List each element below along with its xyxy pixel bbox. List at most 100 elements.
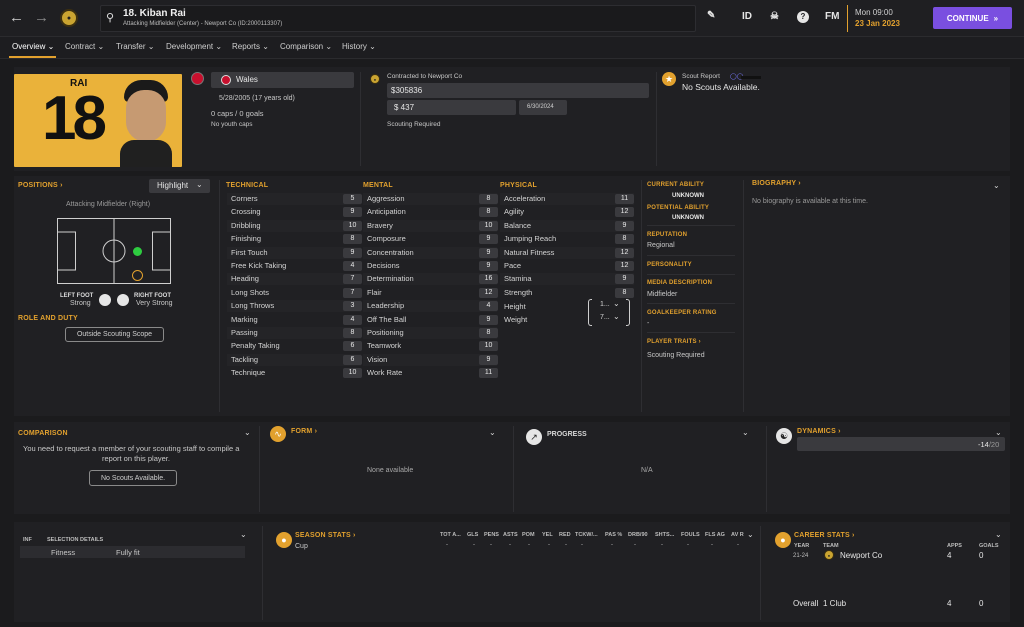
attribute-value: 9 bbox=[615, 220, 634, 231]
continue-button[interactable]: CONTINUE » bbox=[933, 7, 1012, 29]
season-stat-column-header[interactable]: AV R bbox=[731, 532, 744, 538]
biography-title-text: BIOGRAPHY bbox=[752, 180, 797, 187]
season-stat-column-header[interactable]: PAS % bbox=[605, 532, 622, 538]
height-weight-bracket-right bbox=[626, 299, 630, 326]
player-search-box[interactable] bbox=[100, 5, 696, 32]
newport-crest-icon: ● bbox=[824, 550, 834, 560]
season-stat-value: - bbox=[509, 542, 511, 548]
season-stat-column-header[interactable]: PENS bbox=[484, 532, 499, 538]
positions-title[interactable]: POSITIONS › bbox=[18, 182, 63, 189]
chevron-right-icon: › bbox=[352, 532, 356, 539]
biography-chevron-down-icon[interactable]: ⌄ bbox=[993, 181, 1000, 190]
season-stats-icon: ● bbox=[276, 532, 292, 548]
career-stats-title[interactable]: CAREER STATS › bbox=[794, 532, 855, 539]
career-stats-icon: ● bbox=[775, 532, 791, 548]
selection-chevron-down-icon[interactable]: ⌄ bbox=[240, 530, 247, 539]
progress-value: N/A bbox=[641, 467, 653, 474]
mental-title: MENTAL bbox=[363, 182, 393, 189]
chevron-right-icon: › bbox=[698, 339, 701, 345]
club-crest-icon[interactable]: ● bbox=[60, 9, 78, 27]
forward-arrow-icon[interactable]: → bbox=[34, 9, 49, 26]
back-arrow-icon[interactable]: ← bbox=[9, 9, 24, 26]
id-button[interactable]: ID bbox=[742, 11, 752, 22]
wales-flag-icon bbox=[191, 72, 204, 85]
attribute-name: Anticipation bbox=[367, 207, 406, 217]
weight-value[interactable]: 7... bbox=[600, 314, 610, 321]
divider bbox=[219, 180, 220, 412]
chevron-down-icon: ⌄ bbox=[97, 42, 105, 51]
attribute-row bbox=[363, 286, 497, 299]
tab-development[interactable]: Development ⌄ bbox=[166, 42, 222, 51]
form-title[interactable]: FORM › bbox=[291, 428, 317, 435]
tab-contract[interactable]: Contract ⌄ bbox=[65, 42, 104, 51]
tab-overview[interactable]: Overview ⌄ bbox=[12, 42, 54, 51]
chevron-down-icon: ⌄ bbox=[325, 42, 333, 51]
season-stats-title[interactable]: SEASON STATS › bbox=[295, 532, 356, 539]
attribute-value: 9 bbox=[479, 314, 498, 325]
attribute-value: 8 bbox=[479, 207, 498, 218]
contract-value-pill[interactable] bbox=[387, 83, 649, 98]
player-traits-title[interactable]: PLAYER TRAITS › bbox=[647, 339, 701, 345]
season-stat-column-header[interactable]: POM bbox=[522, 532, 535, 538]
wales-flag-small-icon bbox=[221, 75, 231, 85]
media-description-label: MEDIA DESCRIPTION bbox=[647, 280, 713, 286]
form-icon: ∿ bbox=[270, 426, 286, 442]
active-tab-indicator bbox=[9, 56, 56, 58]
season-stat-column-header[interactable]: GLS bbox=[467, 532, 478, 538]
nationality-pill[interactable] bbox=[211, 72, 354, 88]
tab-comparison[interactable]: Comparison ⌄ bbox=[280, 42, 332, 51]
tab-label: Reports bbox=[232, 42, 261, 51]
scouting-scope-button[interactable]: Outside Scouting Scope bbox=[65, 327, 164, 342]
attribute-value: 12 bbox=[615, 207, 634, 218]
tab-transfer[interactable]: Transfer ⌄ bbox=[116, 42, 154, 51]
tab-label: Contract bbox=[65, 42, 96, 51]
form-value: None available bbox=[367, 467, 414, 474]
season-stat-column-header[interactable]: TOT A... bbox=[440, 532, 461, 538]
season-stat-column-header[interactable]: TCKW/... bbox=[575, 532, 598, 538]
season-stat-column-header[interactable]: RED bbox=[559, 532, 571, 538]
dynamics-chevron-down-icon[interactable]: ⌄ bbox=[995, 428, 1002, 437]
divider bbox=[743, 180, 744, 412]
tab-label: Overview bbox=[12, 42, 46, 51]
height-value[interactable]: 1... bbox=[600, 301, 610, 308]
season-stat-column-header[interactable]: FOULS bbox=[681, 532, 700, 538]
player-subtitle: Attacking Midfielder (Center) - Newport … bbox=[123, 21, 283, 27]
fm-menu-button[interactable]: FM bbox=[825, 11, 839, 22]
season-stat-column-header[interactable]: ASTS bbox=[503, 532, 518, 538]
player-title: 18. Kiban Rai bbox=[123, 8, 186, 19]
career-row-apps: 4 bbox=[947, 551, 952, 560]
dynamics-title[interactable]: DYNAMICS › bbox=[797, 428, 841, 435]
contract-label: Contracted to Newport Co bbox=[387, 73, 463, 80]
progress-chevron-down-icon[interactable]: ⌄ bbox=[742, 428, 749, 437]
height-weight-bracket-left bbox=[588, 299, 592, 326]
tab-history[interactable]: History ⌄ bbox=[342, 42, 376, 51]
season-stat-column-header[interactable]: SHTS... bbox=[655, 532, 674, 538]
physical-title: PHYSICAL bbox=[500, 182, 537, 189]
form-chevron-down-icon[interactable]: ⌄ bbox=[489, 428, 496, 437]
season-stat-column-header[interactable]: YEL bbox=[542, 532, 553, 538]
attribute-value: 16 bbox=[479, 274, 498, 285]
season-stat-column-header[interactable]: DRB/90 bbox=[628, 532, 648, 538]
biography-title[interactable]: BIOGRAPHY › bbox=[752, 180, 801, 187]
career-row-team[interactable]: Newport Co bbox=[840, 551, 882, 560]
comparison-chevron-down-icon[interactable]: ⌄ bbox=[244, 428, 251, 437]
chevron-down-icon: ⌄ bbox=[262, 42, 269, 51]
help-icon[interactable]: ? bbox=[797, 11, 809, 23]
divider bbox=[760, 526, 761, 620]
skull-icon[interactable]: ☠ bbox=[770, 11, 779, 22]
season-stat-column-header[interactable]: FLS AG bbox=[705, 532, 725, 538]
dynamics-value: -14/20 bbox=[978, 440, 999, 449]
attribute-name: Bravery bbox=[367, 220, 393, 230]
career-chevron-down-icon[interactable]: ⌄ bbox=[995, 530, 1002, 539]
potential-ability-label: POTENTIAL ABILITY bbox=[647, 205, 710, 211]
comparison-text-line2: report on this player. bbox=[102, 454, 170, 463]
no-scouts-button[interactable]: No Scouts Available. bbox=[89, 470, 177, 486]
season-chevron-down-icon[interactable]: ⌄ bbox=[747, 530, 754, 539]
attribute-name: Composure bbox=[367, 234, 406, 244]
chevron-right-icon: › bbox=[798, 180, 801, 187]
tab-reports[interactable]: Reports ⌄ bbox=[232, 42, 269, 51]
reputation-label: REPUTATION bbox=[647, 232, 688, 238]
comparison-text-line1: You need to request a member of your sco… bbox=[23, 444, 240, 453]
season-stat-value: - bbox=[634, 542, 636, 548]
edit-pencil-icon[interactable]: ✎ bbox=[707, 10, 715, 21]
